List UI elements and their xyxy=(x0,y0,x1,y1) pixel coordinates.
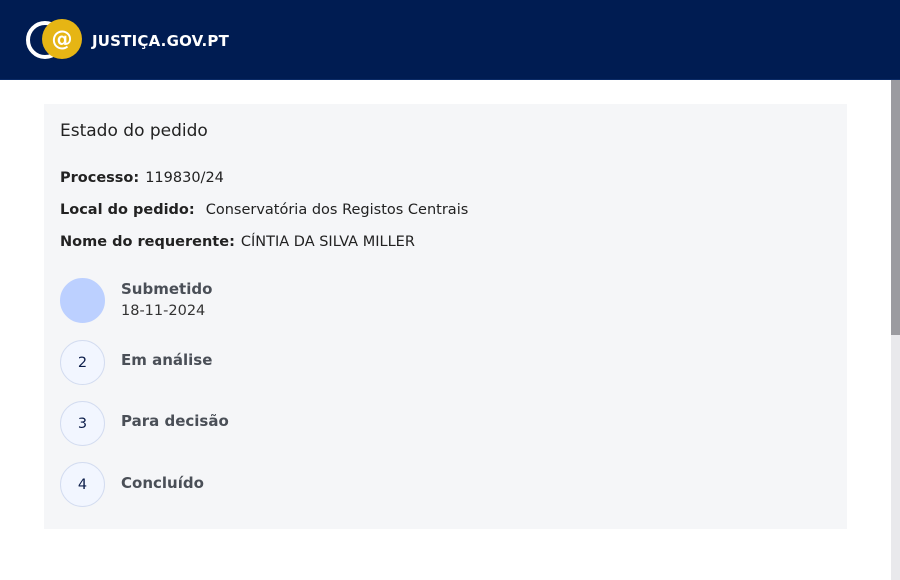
scrollbar-thumb[interactable] xyxy=(891,80,900,335)
step-title: Para decisão xyxy=(121,412,229,430)
step-submitted: Submetido 18-11-2024 xyxy=(60,278,460,324)
site-header: @ JUSTIÇA.GOV.PT xyxy=(0,0,900,80)
step-in-analysis: 2 Em análise xyxy=(60,340,460,386)
site-name: JUSTIÇA.GOV.PT xyxy=(92,32,230,50)
justica-at-logo-icon: @ xyxy=(23,18,85,62)
requester-row: Nome do requerente: CÍNTIA DA SILVA MILLE… xyxy=(60,234,415,250)
vertical-scrollbar[interactable] xyxy=(891,80,900,580)
step-title: Submetido xyxy=(121,280,213,298)
request-status-card: Estado do pedido Processo: 119830/24 Loca… xyxy=(44,104,847,529)
requester-label: Nome do requerente: xyxy=(60,234,235,250)
step-date: 18-11-2024 xyxy=(121,303,206,319)
step-number: 2 xyxy=(60,340,105,385)
requester-value: CÍNTIA DA SILVA MILLER xyxy=(240,234,415,250)
home-logo-link[interactable]: @ JUSTIÇA.GOV.PT xyxy=(23,18,229,62)
step-number: 4 xyxy=(60,462,105,507)
card-title: Estado do pedido xyxy=(60,121,208,141)
location-row: Local do pedido: Conservatória dos Regist… xyxy=(60,202,468,218)
step-title: Concluído xyxy=(121,474,204,492)
svg-text:@: @ xyxy=(52,27,73,51)
location-label: Local do pedido: xyxy=(60,202,195,218)
process-value: 119830/24 xyxy=(145,170,224,186)
step-number: 3 xyxy=(60,401,105,446)
process-label: Processo: xyxy=(60,170,140,186)
process-row: Processo: 119830/24 xyxy=(60,170,224,186)
step-concluded: 4 Concluído xyxy=(60,462,460,508)
step-title: Em análise xyxy=(121,351,213,369)
step-for-decision: 3 Para decisão xyxy=(60,401,460,447)
step-indicator-completed xyxy=(60,278,105,323)
location-value: Conservatória dos Registos Centrais xyxy=(205,202,469,218)
